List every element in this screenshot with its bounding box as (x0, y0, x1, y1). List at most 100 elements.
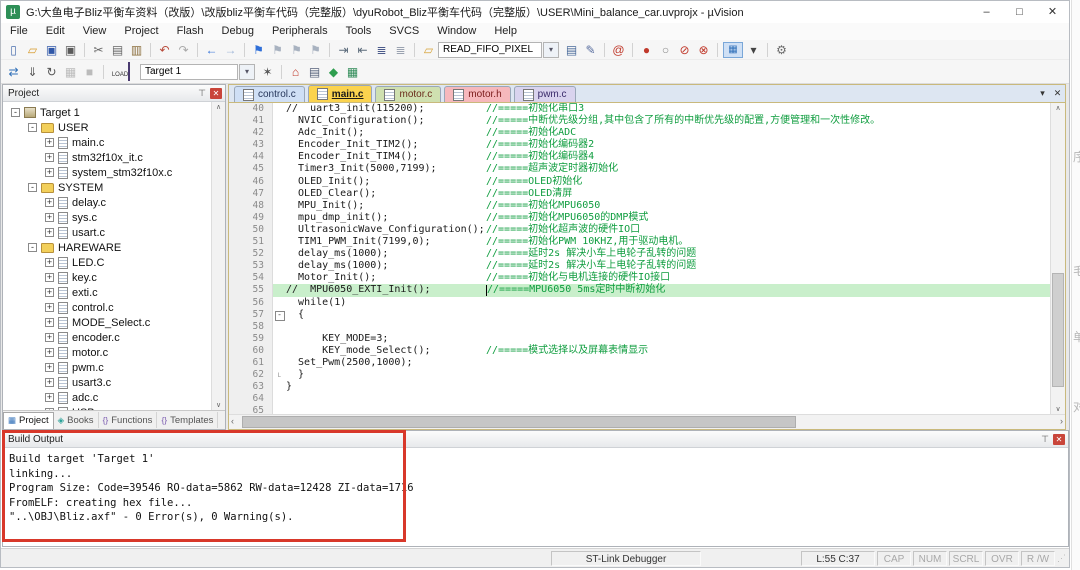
tree-item-stm32f10x_it.c[interactable]: +stm32f10x_it.c (3, 150, 225, 165)
expand-icon[interactable]: + (45, 198, 54, 207)
tree-item-usart.c[interactable]: +usart.c (3, 225, 225, 240)
build-output-close-icon[interactable]: ✕ (1053, 434, 1065, 445)
tab-list-icon[interactable]: ▾ (1035, 88, 1050, 99)
expand-icon[interactable]: + (45, 153, 54, 162)
redo-icon[interactable]: ↷ (175, 42, 192, 58)
outdent-icon[interactable]: ⇤ (354, 42, 371, 58)
manage-components-icon[interactable]: ⌂ (287, 64, 304, 80)
project-tree[interactable]: ∧ ∨ -Target 1-USER+main.c+stm32f10x_it.c… (3, 102, 225, 410)
tree-item-encoder.c[interactable]: +encoder.c (3, 330, 225, 345)
kill-all-breakpoints-icon[interactable]: ⊗ (695, 42, 712, 58)
prev-bookmark-icon[interactable]: ⚑ (269, 42, 286, 58)
expand-icon[interactable]: + (45, 303, 54, 312)
scroll-right-icon[interactable]: › (1060, 415, 1063, 428)
tree-item-usart3.c[interactable]: +usart3.c (3, 375, 225, 390)
target-select[interactable]: Target 1 (140, 64, 238, 80)
collapse-icon[interactable]: - (28, 183, 37, 192)
fold-collapse-icon[interactable]: - (275, 311, 285, 321)
expand-icon[interactable]: + (45, 213, 54, 222)
build-icon[interactable]: ⇓ (24, 64, 41, 80)
scroll-down-icon[interactable]: ∨ (212, 401, 225, 409)
pin-icon[interactable]: ⊤ (1039, 433, 1051, 445)
options-for-target-icon[interactable]: ✶ (259, 64, 276, 80)
enable-breakpoint-icon[interactable]: ○ (657, 42, 674, 58)
scroll-up-icon[interactable]: ∧ (1051, 104, 1065, 112)
scroll-up-icon[interactable]: ∧ (212, 103, 225, 111)
editor-tab-pwm.c[interactable]: pwm.c (514, 86, 576, 102)
cut-icon[interactable]: ✂ (90, 42, 107, 58)
scroll-left-icon[interactable]: ‹ (231, 415, 234, 428)
scrollbar-thumb[interactable] (1052, 273, 1064, 387)
editor-tab-motor.h[interactable]: motor.h (444, 86, 510, 102)
menu-item-peripherals[interactable]: Peripherals (263, 23, 337, 40)
copy-icon[interactable]: ▤ (109, 42, 126, 58)
translate-icon[interactable]: ⇄ (5, 64, 22, 80)
expand-icon[interactable]: + (45, 378, 54, 387)
tree-item-system[interactable]: -SYSTEM (3, 180, 225, 195)
tree-item-delay.c[interactable]: +delay.c (3, 195, 225, 210)
expand-icon[interactable]: + (45, 258, 54, 267)
open-folder-icon[interactable]: ▱ (24, 42, 41, 58)
scroll-down-icon[interactable]: ∨ (1051, 405, 1065, 413)
tree-item-led.c[interactable]: +LED.C (3, 255, 225, 270)
menu-item-help[interactable]: Help (485, 23, 526, 40)
comment-icon[interactable]: ≣ (373, 42, 390, 58)
resize-grip[interactable]: ⋰ (1057, 551, 1069, 566)
tree-item-control.c[interactable]: +control.c (3, 300, 225, 315)
nav-back-icon[interactable]: ← (203, 42, 220, 58)
collapse-icon[interactable]: - (11, 108, 20, 117)
target-dropdown-icon[interactable]: ▾ (239, 64, 255, 80)
tree-item-usb.c[interactable]: +USB.c (3, 405, 225, 410)
menu-item-flash[interactable]: Flash (168, 23, 213, 40)
tree-item-user[interactable]: -USER (3, 120, 225, 135)
scrollbar-thumb[interactable] (242, 416, 796, 428)
tree-item-motor.c[interactable]: +motor.c (3, 345, 225, 360)
build-output-log[interactable]: Build target 'Target 1'linking...Program… (3, 448, 1068, 546)
editor-close-icon[interactable]: ✕ (1050, 88, 1065, 99)
batch-build-icon[interactable]: ▦ (62, 64, 79, 80)
tree-item-key.c[interactable]: +key.c (3, 270, 225, 285)
disable-all-breakpoints-icon[interactable]: ⊘ (676, 42, 693, 58)
download-icon[interactable]: LOAD (110, 63, 132, 81)
tree-item-main.c[interactable]: +main.c (3, 135, 225, 150)
editor-tab-main.c[interactable]: main.c (308, 85, 373, 102)
expand-icon[interactable]: + (45, 138, 54, 147)
save-icon[interactable]: ▣ (43, 42, 60, 58)
save-all-icon[interactable]: ▣ (62, 42, 79, 58)
expand-icon[interactable]: + (45, 318, 54, 327)
new-file-icon[interactable]: ▯ (5, 42, 22, 58)
editor-tab-control.c[interactable]: control.c (234, 86, 305, 102)
nav-forward-icon[interactable]: → (222, 42, 239, 58)
close-button[interactable]: ✕ (1036, 2, 1069, 22)
find-in-files-icon[interactable]: ▤ (563, 42, 580, 58)
collapse-icon[interactable]: - (28, 123, 37, 132)
incremental-find-icon[interactable]: ✎ (582, 42, 599, 58)
file-extensions-icon[interactable]: ▤ (306, 64, 323, 80)
indent-icon[interactable]: ⇥ (335, 42, 352, 58)
find-symbol-icon[interactable]: @ (610, 42, 627, 58)
manage-books-icon[interactable]: ▦ (344, 64, 361, 80)
menu-item-view[interactable]: View (74, 23, 116, 40)
panel-tab-books[interactable]: ◈Books (54, 412, 99, 428)
expand-icon[interactable]: + (45, 363, 54, 372)
minimize-button[interactable]: – (970, 2, 1003, 22)
pin-icon[interactable]: ⊤ (196, 87, 208, 99)
menu-item-svcs[interactable]: SVCS (380, 23, 428, 40)
editor-vertical-scrollbar[interactable]: ∧ ∨ (1050, 103, 1065, 414)
next-bookmark-icon[interactable]: ⚑ (288, 42, 305, 58)
expand-icon[interactable]: + (45, 288, 54, 297)
stop-build-icon[interactable]: ■ (81, 64, 98, 80)
expand-icon[interactable]: + (45, 348, 54, 357)
tree-item-sys.c[interactable]: +sys.c (3, 210, 225, 225)
rebuild-icon[interactable]: ↻ (43, 64, 60, 80)
panel-tab-functions[interactable]: {}Functions (99, 412, 158, 428)
expand-icon[interactable]: + (45, 393, 54, 402)
pack-installer-icon[interactable]: ◆ (325, 64, 342, 80)
expand-icon[interactable]: + (45, 273, 54, 282)
panel-tab-project[interactable]: ▦Project (3, 412, 54, 429)
code-area[interactable]: 40// uart3_init(115200);//=====初始化串口341 … (229, 103, 1050, 414)
tree-item-adc.c[interactable]: +adc.c (3, 390, 225, 405)
find-input[interactable]: READ_FIFO_PIXEL (438, 42, 542, 58)
debug-windows-icon[interactable]: ▦ (723, 42, 743, 58)
tree-item-target 1[interactable]: -Target 1 (3, 105, 225, 120)
